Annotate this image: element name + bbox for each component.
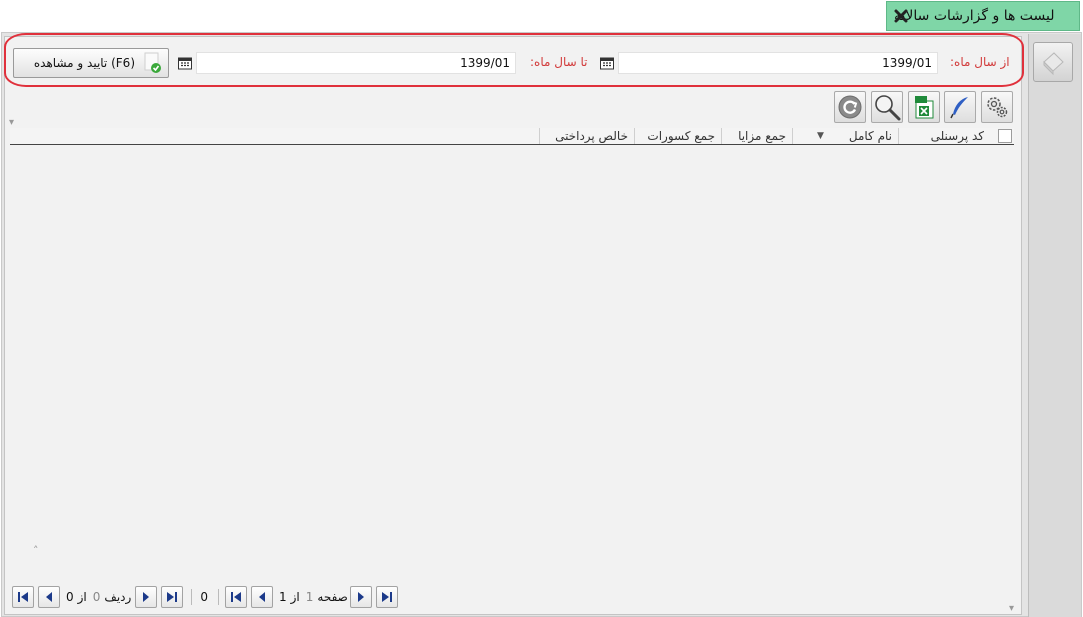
prev-icon (258, 592, 265, 602)
from-month-input[interactable]: 1399/01 (618, 52, 938, 74)
close-icon[interactable] (894, 9, 908, 23)
last-page-button[interactable] (375, 586, 398, 608)
settings-button[interactable] (981, 91, 1013, 123)
page-of-label: از (290, 590, 300, 604)
last-icon (381, 592, 392, 602)
right-side-panel (1028, 34, 1081, 617)
row-of-label: از (77, 590, 87, 604)
column-label: نام کامل (848, 129, 892, 143)
scroll-up-caret-icon[interactable]: ˄ (33, 544, 39, 557)
column-label: کد پرسنلی (930, 129, 984, 143)
row-label: ردیف (104, 590, 132, 604)
to-month-label: تا سال ماه: (530, 55, 588, 69)
column-label: خالص پرداختی (555, 129, 628, 143)
first-icon (18, 592, 28, 602)
main-panel (4, 36, 1022, 615)
next-page-button[interactable] (349, 586, 372, 608)
column-personnel-code[interactable]: کد پرسنلی (898, 128, 990, 144)
export-excel-button[interactable] (908, 91, 940, 123)
column-label: جمع کسورات (647, 129, 715, 143)
check-document-icon (144, 52, 161, 73)
calendar-icon[interactable] (599, 55, 615, 71)
quill-icon (950, 97, 968, 119)
column-total-deductions[interactable]: جمع کسورات (634, 128, 721, 144)
to-month-input[interactable]: 1399/01 (196, 52, 516, 74)
excel-icon (915, 96, 934, 119)
next-row-button[interactable] (135, 586, 158, 608)
pager-divider (217, 589, 219, 605)
next-icon (143, 592, 150, 602)
column-total-benefits[interactable]: جمع مزایا (721, 128, 792, 144)
page-label: صفحه (317, 590, 348, 604)
eraser-icon (1043, 52, 1064, 76)
magnifier-icon (875, 95, 901, 121)
prev-row-button[interactable] (38, 586, 60, 608)
item-count: 0 (200, 590, 208, 604)
prev-icon (46, 592, 52, 602)
edit-button[interactable] (944, 91, 976, 123)
scroll-down-caret-icon[interactable]: ▾ (1009, 603, 1014, 614)
first-row-button[interactable] (12, 586, 34, 608)
column-full-name[interactable]: نام کامل ▼ (792, 128, 898, 144)
collapse-caret-icon[interactable]: ▾ (9, 117, 14, 128)
side-panel-button[interactable] (1033, 42, 1073, 82)
refresh-button[interactable] (834, 91, 866, 123)
from-month-label: از سال ماه: (950, 55, 1010, 69)
row-total: 0 (66, 590, 74, 604)
sort-dropdown-icon: ▼ (817, 131, 824, 141)
row-pager: 0 از 0 ردیف 0 1 از 1 صفحه (12, 585, 402, 609)
search-button[interactable] (871, 91, 903, 123)
confirm-view-button[interactable]: تایید و مشاهده (F6) (13, 48, 169, 78)
tab-title: لیست ها و گزارشات سالانه (894, 8, 1055, 24)
confirm-view-label: تایید و مشاهده (F6) (33, 56, 135, 70)
column-net-payment[interactable]: خالص پرداختی (539, 128, 634, 144)
grid-header: کد پرسنلی نام کامل ▼ جمع مزایا جمع کسورا… (10, 128, 1014, 145)
next-icon (357, 592, 364, 602)
first-icon (230, 592, 241, 602)
gears-icon (987, 97, 1008, 118)
select-all-checkbox[interactable] (998, 129, 1012, 143)
calendar-icon[interactable] (177, 55, 193, 71)
last-row-button[interactable] (161, 586, 184, 608)
report-tab[interactable]: لیست ها و گزارشات سالانه (886, 1, 1080, 31)
first-page-button[interactable] (224, 586, 247, 608)
column-label: جمع مزایا (738, 129, 786, 143)
prev-page-button[interactable] (250, 586, 273, 608)
refresh-icon (838, 95, 862, 119)
last-icon (167, 592, 178, 602)
pager-divider (191, 589, 193, 605)
row-current: 0 (92, 590, 101, 604)
page-total: 1 (278, 590, 287, 604)
page-current: 1 (305, 590, 314, 604)
